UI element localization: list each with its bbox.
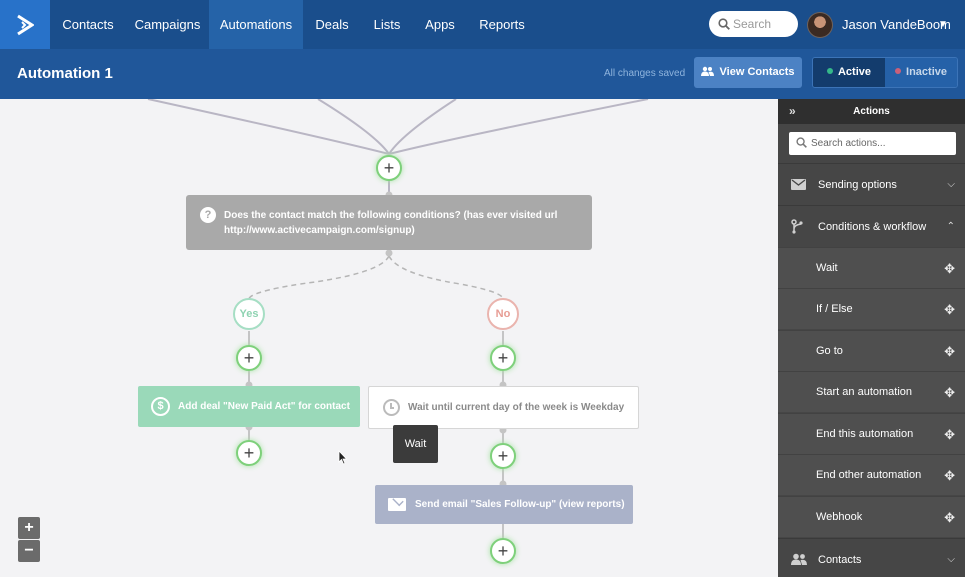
- send-email-action[interactable]: Send email "Sales Follow-up" (view repor…: [375, 485, 633, 524]
- nav-reports[interactable]: Reports: [467, 0, 537, 49]
- move-icon[interactable]: ✥: [944, 497, 955, 538]
- section-sending-options[interactable]: Sending options ⌵: [778, 163, 965, 205]
- zoom-out-button[interactable]: −: [18, 540, 40, 562]
- clock-icon: [383, 399, 400, 416]
- wait-action-label: Wait until current day of the week is We…: [408, 402, 625, 413]
- chevron-down-icon[interactable]: ▼: [938, 0, 948, 49]
- action-item-start-automation[interactable]: Start an automation ✥: [778, 371, 965, 412]
- avatar[interactable]: [807, 12, 833, 38]
- inactive-dot-icon: [895, 68, 902, 74]
- action-item-label: End this automation: [816, 428, 914, 440]
- move-icon[interactable]: ✥: [944, 414, 955, 455]
- yes-branch[interactable]: Yes: [233, 298, 265, 330]
- move-icon[interactable]: ✥: [944, 455, 955, 496]
- active-label: Active: [837, 66, 872, 78]
- chevron-down-icon: ⌵: [947, 554, 955, 565]
- add-step-button[interactable]: +: [490, 443, 516, 469]
- no-branch[interactable]: No: [487, 298, 519, 330]
- nav-automations[interactable]: Automations: [209, 0, 303, 49]
- chevron-down-icon: ⌵: [947, 179, 955, 190]
- section-sending-label: Sending options: [818, 179, 897, 191]
- wait-tooltip: Wait: [393, 425, 438, 463]
- action-item-label: If / Else: [816, 303, 853, 315]
- actions-panel-header: » Actions: [778, 99, 965, 124]
- page-title[interactable]: Automation 1: [17, 49, 113, 99]
- branch-icon: [791, 219, 803, 234]
- move-icon[interactable]: ✥: [944, 248, 955, 289]
- add-step-button[interactable]: +: [376, 155, 402, 181]
- view-contacts-label: View Contacts: [719, 66, 795, 78]
- nav-contacts[interactable]: Contacts: [50, 0, 126, 49]
- dollar-icon: $: [151, 397, 170, 416]
- action-item-end-other-automation[interactable]: End other automation ✥: [778, 454, 965, 495]
- actions-panel-title: Actions: [853, 106, 890, 117]
- add-step-button[interactable]: +: [236, 440, 262, 466]
- search-icon: [718, 18, 730, 30]
- action-item-label: Start an automation: [816, 386, 913, 398]
- add-step-button[interactable]: +: [490, 345, 516, 371]
- users-icon: [791, 553, 807, 565]
- envelope-icon: [388, 498, 406, 511]
- inactive-label: Inactive: [906, 66, 947, 78]
- move-icon[interactable]: ✥: [944, 289, 955, 330]
- user-name[interactable]: Jason VandeBoom: [842, 0, 951, 49]
- wait-action[interactable]: Wait until current day of the week is We…: [368, 386, 639, 429]
- nav-deals[interactable]: Deals: [303, 0, 361, 49]
- action-item-wait[interactable]: Wait ✥: [778, 247, 965, 288]
- search-input[interactable]: Search: [709, 11, 798, 37]
- action-item-label: End other automation: [816, 469, 922, 481]
- chevron-up-icon: ⌃: [946, 221, 955, 232]
- action-item-end-this-automation[interactable]: End this automation ✥: [778, 413, 965, 454]
- active-toggle[interactable]: Active: [813, 58, 885, 87]
- actions-search-placeholder: Search actions...: [811, 138, 886, 149]
- section-contacts-label: Contacts: [818, 554, 862, 566]
- condition-text: Does the contact match the following con…: [224, 210, 558, 236]
- status-toggle[interactable]: Active Inactive: [812, 57, 958, 88]
- move-icon[interactable]: ✥: [944, 372, 955, 413]
- nav-campaigns[interactable]: Campaigns: [126, 0, 209, 49]
- actions-search-input[interactable]: Search actions...: [789, 132, 956, 155]
- workflow-canvas[interactable]: + ? Does the contact match the following…: [0, 99, 778, 577]
- action-item-label: Wait: [816, 262, 838, 274]
- move-icon[interactable]: ✥: [944, 331, 955, 372]
- automation-header: Automation 1 All changes saved View Cont…: [0, 49, 965, 99]
- add-step-button[interactable]: +: [236, 345, 262, 371]
- view-contacts-button[interactable]: View Contacts: [694, 57, 802, 88]
- nav-lists[interactable]: Lists: [361, 0, 413, 49]
- action-item-label: Webhook: [816, 511, 863, 523]
- inactive-toggle[interactable]: Inactive: [885, 58, 957, 87]
- active-dot-icon: [826, 68, 833, 74]
- users-icon: [701, 66, 715, 76]
- envelope-icon: [791, 179, 806, 190]
- question-icon: ?: [200, 207, 216, 223]
- condition-block[interactable]: ? Does the contact match the following c…: [186, 195, 592, 250]
- deal-action-label: Add deal "New Paid Act" for contact: [178, 401, 350, 412]
- search-icon: [796, 137, 807, 148]
- action-item-if-else[interactable]: If / Else ✥: [778, 288, 965, 329]
- search-placeholder: Search: [733, 17, 772, 31]
- save-status: All changes saved: [604, 68, 686, 79]
- action-item-go-to[interactable]: Go to ✥: [778, 330, 965, 371]
- email-action-label: Send email "Sales Follow-up" (view repor…: [415, 499, 625, 510]
- action-item-webhook[interactable]: Webhook ✥: [778, 496, 965, 537]
- top-nav: Contacts Campaigns Automations Deals Lis…: [0, 0, 965, 49]
- actions-panel: » Actions Search actions... Sending opti…: [778, 99, 965, 577]
- nav-apps[interactable]: Apps: [413, 0, 467, 49]
- action-item-label: Go to: [816, 345, 843, 357]
- zoom-in-button[interactable]: +: [18, 517, 40, 539]
- section-conditions-workflow[interactable]: Conditions & workflow ⌃: [778, 205, 965, 247]
- add-deal-action[interactable]: $ Add deal "New Paid Act" for contact: [138, 386, 360, 427]
- section-conditions-label: Conditions & workflow: [818, 221, 927, 233]
- mouse-cursor-icon: [338, 450, 348, 465]
- section-contacts[interactable]: Contacts ⌵: [778, 538, 965, 577]
- add-step-button[interactable]: +: [490, 538, 516, 564]
- collapse-panel-icon[interactable]: »: [789, 99, 796, 124]
- activecampaign-logo[interactable]: [0, 0, 50, 49]
